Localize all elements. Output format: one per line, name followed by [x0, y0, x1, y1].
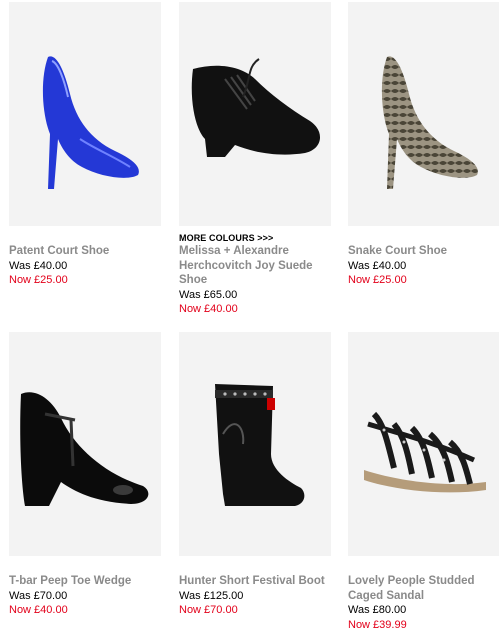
product-card: Hunter Short Festival Boot Was £125.00 N… [179, 332, 331, 618]
wedge-shoe-icon [20, 392, 149, 506]
boot-icon [215, 384, 305, 506]
product-card: Patent Court Shoe Was £40.00 Now £25.00 [9, 2, 161, 288]
was-price: Was £40.00 [9, 259, 68, 272]
now-price: Now £39.99 [348, 618, 407, 631]
product-card: Lovely People Studded Caged Sandal Was £… [348, 332, 499, 632]
lace-up-shoe-icon [191, 58, 321, 157]
product-image[interactable] [9, 2, 161, 226]
product-card: T-bar Peep Toe Wedge Was £70.00 Now £40.… [9, 332, 161, 618]
was-price: Was £80.00 [348, 604, 407, 616]
now-price: Now £25.00 [348, 274, 407, 286]
court-shoe-icon [42, 56, 139, 189]
product-card: MORE COLOURS >>> Melissa + Alexandre Her… [179, 2, 331, 317]
product-name[interactable]: T-bar Peep Toe Wedge [9, 574, 161, 589]
was-price: Was £65.00 [179, 288, 238, 301]
product-name[interactable]: Hunter Short Festival Boot [179, 574, 331, 589]
product-image[interactable] [9, 332, 161, 556]
sandal-icon [364, 411, 486, 493]
more-colours-link[interactable]: MORE COLOURS >>> [179, 232, 331, 244]
product-image[interactable] [179, 2, 331, 226]
product-grid: Patent Court Shoe Was £40.00 Now £25.00 … [0, 0, 499, 642]
product-image[interactable] [179, 332, 331, 556]
court-shoe-icon [381, 56, 478, 189]
now-price: Now £25.00 [9, 274, 68, 286]
product-name[interactable]: Patent Court Shoe [9, 244, 161, 259]
product-name[interactable]: Melissa + Alexandre Herchcovitch Joy Sue… [179, 244, 331, 288]
product-card: Snake Court Shoe Was £40.00 Now £25.00 [348, 2, 499, 288]
product-name[interactable]: Lovely People Studded Caged Sandal [348, 574, 499, 603]
now-price: Now £40.00 [179, 303, 238, 315]
now-price: Now £40.00 [9, 604, 68, 616]
was-price: Was £40.00 [348, 259, 407, 272]
product-name[interactable]: Snake Court Shoe [348, 244, 499, 259]
product-image[interactable] [348, 2, 499, 226]
was-price: Was £125.00 [179, 589, 244, 602]
was-price: Was £70.00 [9, 589, 68, 602]
now-price: Now £70.00 [179, 604, 238, 616]
product-image[interactable] [348, 332, 499, 556]
